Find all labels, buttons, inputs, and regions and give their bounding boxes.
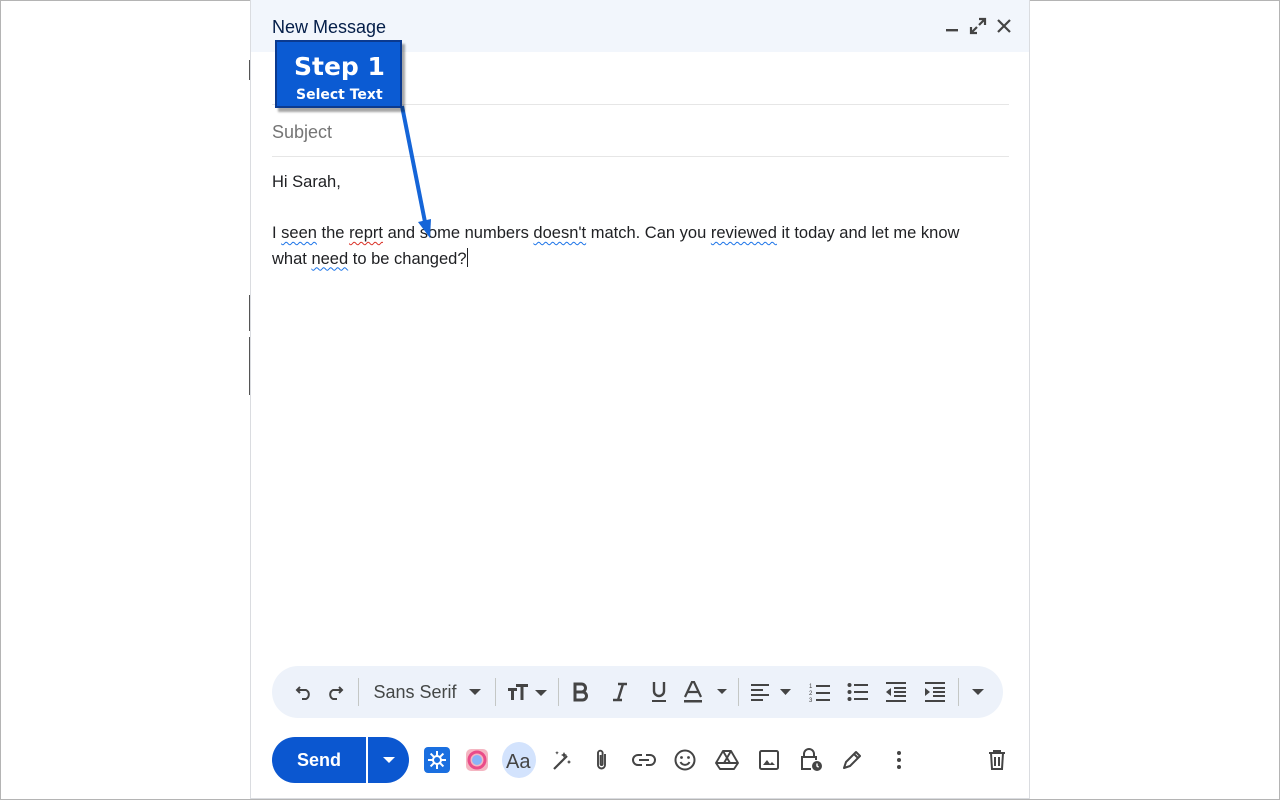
more-formatting-button[interactable]	[964, 666, 992, 718]
ai-assist-button[interactable]	[420, 740, 454, 780]
numbered-list-icon: 1 2 3	[809, 684, 830, 702]
more-options-button[interactable]	[882, 740, 916, 780]
confidential-mode-button[interactable]	[794, 740, 828, 780]
schedule-send-button[interactable]	[368, 737, 409, 783]
insert-drive-file-button[interactable]	[710, 740, 744, 780]
discard-draft-button[interactable]	[980, 740, 1014, 780]
text-size-icon	[508, 684, 547, 700]
toolbar-divider	[558, 678, 559, 706]
message-body[interactable]: Hi Sarah, I seen the reprt and some numb…	[272, 170, 1002, 272]
trash-icon	[989, 750, 1005, 770]
redo-button[interactable]	[321, 666, 349, 718]
grammar-error[interactable]: need	[311, 250, 348, 268]
indent-button[interactable]	[921, 666, 949, 718]
minimize-icon	[946, 29, 958, 32]
toolbar-divider	[495, 678, 496, 706]
svg-text:Aa: Aa	[506, 751, 531, 770]
italic-icon	[613, 682, 627, 702]
link-icon	[632, 754, 656, 766]
insert-emoji-button[interactable]	[668, 740, 702, 780]
send-button[interactable]: Send	[272, 737, 366, 783]
lock-clock-icon	[801, 748, 822, 771]
bulleted-list-button[interactable]	[844, 666, 872, 718]
grammar-error[interactable]: seen	[281, 224, 317, 242]
greeting-line: Hi Sarah,	[272, 173, 341, 191]
outdent-button[interactable]	[882, 666, 910, 718]
body-paragraph: I seen the reprt and some numbers doesn'…	[272, 224, 960, 268]
font-family-select[interactable]: Sans Serif	[365, 666, 489, 718]
insert-link-button[interactable]	[627, 740, 661, 780]
numbered-list-button[interactable]: 1 2 3	[806, 666, 834, 718]
color-wheel-icon	[466, 749, 488, 771]
indent-icon	[925, 682, 945, 702]
subject-input[interactable]: Subject	[272, 122, 332, 143]
expand-icon	[969, 17, 987, 35]
outdent-icon	[886, 682, 906, 702]
callout-title: Step 1	[294, 52, 385, 81]
bold-button[interactable]	[567, 666, 595, 718]
align-left-icon	[751, 684, 791, 701]
text-size-button[interactable]	[503, 666, 551, 718]
svg-text:1: 1	[809, 684, 813, 690]
formatting-options-button[interactable]: Aa	[502, 740, 536, 780]
callout-subtitle: Select Text	[296, 87, 383, 103]
fullscreen-button[interactable]	[967, 15, 989, 37]
undo-icon	[295, 686, 310, 700]
italic-button[interactable]	[606, 666, 634, 718]
close-button[interactable]	[993, 15, 1015, 37]
spelling-error[interactable]: reprt	[349, 224, 383, 242]
pen-icon	[843, 751, 861, 769]
close-icon	[997, 19, 1011, 33]
font-family-label: Sans Serif	[373, 681, 457, 702]
smiley-icon	[674, 749, 696, 771]
redo-icon	[329, 686, 344, 700]
step-callout: Step 1 Select Text	[275, 40, 402, 108]
image-icon	[759, 750, 779, 770]
underline-button[interactable]	[645, 666, 673, 718]
text-format-icon: Aa	[502, 742, 536, 778]
align-button[interactable]	[749, 666, 793, 718]
toolbar-divider	[958, 678, 959, 706]
bold-icon	[573, 682, 588, 702]
text-color-button[interactable]	[682, 666, 728, 718]
bulleted-list-icon	[847, 683, 868, 701]
chevron-down-icon	[972, 689, 984, 695]
minimize-button[interactable]	[941, 15, 963, 37]
chevron-down-icon	[382, 757, 395, 763]
compose-window: New Message Subject Hi Sarah, I seen the…	[250, 0, 1030, 799]
text-color-icon	[684, 681, 727, 703]
paperclip-icon	[597, 749, 606, 770]
chevron-down-icon	[468, 689, 481, 695]
formatting-toolbar: Sans Serif 1 2 3	[272, 666, 1003, 718]
more-vert-icon	[897, 751, 901, 769]
compose-title: New Message	[272, 17, 387, 37]
sparkle-badge-icon	[424, 747, 450, 773]
grammar-error[interactable]: doesn't	[533, 224, 586, 242]
toolbar-divider	[358, 678, 359, 706]
underline-icon	[652, 682, 666, 702]
toolbar-divider	[738, 678, 739, 706]
undo-button[interactable]	[290, 666, 318, 718]
subject-field[interactable]: Subject	[272, 104, 1009, 157]
insert-signature-button[interactable]	[835, 740, 869, 780]
magic-pen-icon	[553, 751, 571, 770]
svg-text:2: 2	[809, 691, 813, 697]
text-cursor	[466, 247, 468, 267]
send-button-group: Send	[272, 737, 409, 783]
grammar-error[interactable]: reviewed	[711, 224, 777, 242]
svg-text:3: 3	[809, 698, 813, 702]
color-extension-button[interactable]	[460, 740, 494, 780]
help-me-write-button[interactable]	[545, 740, 579, 780]
drive-icon	[715, 750, 739, 770]
insert-photo-button[interactable]	[752, 740, 786, 780]
attach-file-button[interactable]	[585, 740, 619, 780]
